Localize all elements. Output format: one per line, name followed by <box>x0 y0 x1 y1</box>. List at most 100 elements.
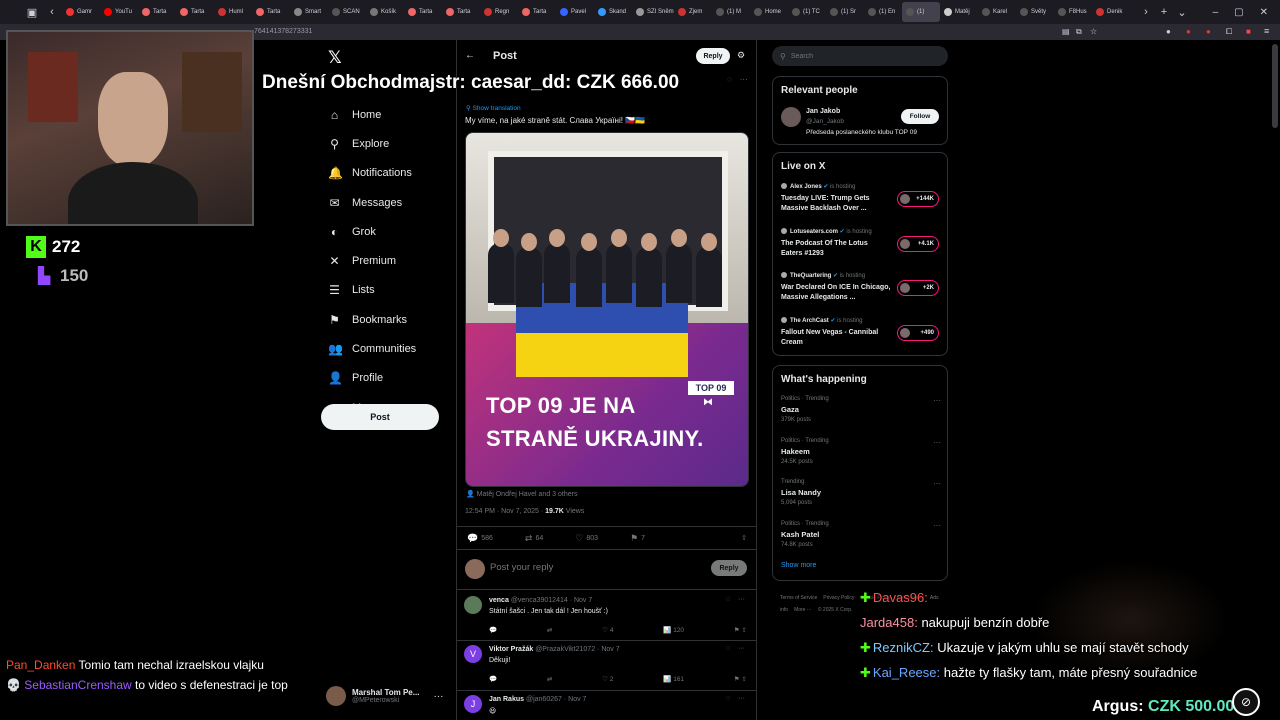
live-space-item[interactable]: The ArchCast ✔ is hosting Fallout New Veg… <box>781 316 943 357</box>
more-dots-icon[interactable]: ··· <box>738 695 745 702</box>
bookmark-icon[interactable]: ⚑ <box>734 676 742 683</box>
nav-item-notifications[interactable]: 🔔 Notifications <box>322 159 456 188</box>
nav-item-messages[interactable]: ✉ Messages <box>322 188 456 217</box>
browser-tab[interactable]: SZI Sněm <box>632 2 674 22</box>
trend-item[interactable]: Politics · Trending Gaza 379K posts ··· <box>781 396 941 436</box>
browser-tab[interactable]: Košík <box>366 2 404 22</box>
repost-stat[interactable]: ⇄ 64 <box>525 533 543 544</box>
repost-action[interactable]: ⇄ <box>547 675 552 683</box>
tab-scroll-left-icon[interactable]: ‹ <box>44 4 60 20</box>
browser-tab[interactable]: F8Hus <box>1054 2 1092 22</box>
tab-scroll-right-icon[interactable]: › <box>1138 4 1154 20</box>
browser-tab[interactable]: YouTu <box>100 2 138 22</box>
share-icon[interactable]: ⇧ <box>742 676 747 683</box>
bookmark-icon[interactable]: ⚑ <box>734 627 742 634</box>
account-icon[interactable]: ● <box>1166 27 1171 36</box>
search-input[interactable] <box>790 52 931 60</box>
views-action[interactable]: 📊 120 <box>663 626 684 634</box>
avatar[interactable]: V <box>464 645 482 663</box>
browser-tab[interactable]: Pavel <box>556 2 594 22</box>
heart-action[interactable]: ♡ 4 <box>602 626 613 634</box>
browser-tab[interactable]: (1) TC <box>788 2 826 22</box>
more-dots-icon[interactable]: ··· <box>933 396 941 405</box>
live-space-item[interactable]: Alex Jones ✔ is hosting Tuesday LIVE: Tru… <box>781 183 943 223</box>
nav-item-bookmarks[interactable]: ⚑ Bookmarks <box>322 305 456 334</box>
more-dots-icon[interactable]: ··· <box>433 691 443 702</box>
heart-action[interactable]: ♡ 2 <box>602 675 613 683</box>
screenshot-icon[interactable]: ⧉ <box>1076 27 1082 37</box>
browser-tab[interactable]: Tarta <box>518 2 556 22</box>
more-dots-icon[interactable]: ··· <box>738 645 745 652</box>
browser-tab[interactable]: Zjem <box>674 2 712 22</box>
show-translation-link[interactable]: ⚲ Show translation <box>466 104 521 112</box>
post-button[interactable]: Post <box>321 404 439 430</box>
live-space-item[interactable]: Lotuseaters.com ✔ is hosting The Podcast … <box>781 227 943 268</box>
reply-item[interactable]: V Viktor Pražák @PrazakVikt21072 · Nov 7 ◌… <box>457 641 757 691</box>
browser-tab[interactable]: (1) <box>902 2 940 22</box>
more-dots-icon[interactable]: ··· <box>738 596 745 603</box>
browser-tab[interactable]: Tarta <box>138 2 176 22</box>
browser-tab[interactable]: Tarta <box>442 2 480 22</box>
views-action[interactable]: 📊 161 <box>663 675 684 683</box>
more-dots-icon[interactable]: ··· <box>740 75 748 84</box>
avatar[interactable] <box>781 107 801 127</box>
avatar[interactable] <box>464 596 482 614</box>
nav-item-profile[interactable]: 👤 Profile <box>322 364 456 393</box>
browser-tab[interactable]: Regn <box>480 2 518 22</box>
reply-submit-button[interactable]: Reply <box>711 560 747 576</box>
browser-tab[interactable]: Tarta <box>176 2 214 22</box>
url-text[interactable]: 764141378273331 <box>254 28 312 35</box>
extensions-icon[interactable]: ⧠ <box>1226 27 1232 37</box>
bookmark-star-icon[interactable]: ☆ <box>1090 27 1097 36</box>
footer-link[interactable]: More ··· <box>794 607 812 613</box>
tab-list-icon[interactable]: ⌄ <box>1174 4 1190 20</box>
tagged-people[interactable]: 👤 Matěj Ondřej Havel and 3 others <box>466 490 577 498</box>
nav-item-explore[interactable]: ⚲ Explore <box>322 129 456 158</box>
nav-item-lists[interactable]: ☰ Lists <box>322 276 456 305</box>
reply-stat[interactable]: 💬 586 <box>467 533 493 544</box>
follow-button[interactable]: Follow <box>901 109 939 124</box>
nav-item-premium[interactable]: ✕ Premium <box>322 246 456 275</box>
grok-icon[interactable]: ◌ <box>726 596 730 603</box>
reply-author[interactable]: venca <box>489 597 509 604</box>
reply-action[interactable]: 💬 <box>489 675 497 683</box>
browser-tab[interactable]: (1) Sr <box>826 2 864 22</box>
back-arrow-icon[interactable]: ← <box>465 50 475 61</box>
browser-tab[interactable]: SCAN <box>328 2 366 22</box>
browser-tab[interactable]: Karel <box>978 2 1016 22</box>
repost-action[interactable]: ⇄ <box>547 626 552 634</box>
reply-item[interactable]: J Jan Rakus @jan60267 · Nov 7 ◌ ··· 😃 <box>457 691 757 720</box>
more-dots-icon[interactable]: ··· <box>933 479 941 488</box>
nav-item-communities[interactable]: 👥 Communities <box>322 334 456 363</box>
page-scrollbar[interactable] <box>1272 44 1278 128</box>
account-switcher[interactable]: Marshal Tom Pe... @MPeterowski ··· <box>326 686 443 706</box>
post-image[interactable]: TOP 09 ⧓ TOP 09 JE NA STRANĚ UKRAJINY. <box>465 132 749 487</box>
reply-item[interactable]: venca @venca39012414 · Nov 7 ◌ ··· Státní š… <box>457 592 757 641</box>
grok-icon[interactable]: ◌ <box>726 695 730 702</box>
browser-tab[interactable]: Denik <box>1092 2 1130 22</box>
bookmark-stat[interactable]: ⚑ 7 <box>630 533 645 544</box>
reply-author[interactable]: Jan Rakus <box>489 696 524 703</box>
person-name[interactable]: Jan Jakob <box>806 108 840 115</box>
footer-link[interactable]: Privacy Policy <box>823 595 854 601</box>
show-more-link[interactable]: Show more <box>781 562 816 569</box>
reply-input[interactable] <box>490 562 622 573</box>
extension-icon[interactable]: ● <box>1186 27 1191 36</box>
browser-tab[interactable]: Skand <box>594 2 632 22</box>
nav-item-home[interactable]: ⌂ Home <box>322 100 456 129</box>
share-icon[interactable]: ⇧ <box>741 534 747 542</box>
trend-item[interactable]: Trending Lisa Nandy 5,094 posts ··· <box>781 479 941 519</box>
browser-tab[interactable]: Huml <box>214 2 252 22</box>
close-window-icon[interactable]: ✕ <box>1260 7 1268 18</box>
browser-tab[interactable]: Home <box>750 2 788 22</box>
x-logo-icon[interactable]: 𝕏 <box>328 48 342 68</box>
browser-tab[interactable]: Světy <box>1016 2 1054 22</box>
extension-2-icon[interactable]: ● <box>1206 27 1211 36</box>
browser-tab[interactable]: Tarta <box>404 2 442 22</box>
new-tab-icon[interactable]: + <box>1156 4 1172 20</box>
nav-item-grok[interactable]: ◐ Grok <box>322 217 456 246</box>
settings-tune-icon[interactable]: ⚙ <box>737 50 745 61</box>
grok-icon[interactable]: ◌ <box>727 75 732 84</box>
browser-tab[interactable]: Tarta <box>252 2 290 22</box>
tab-overview-icon[interactable]: ▣ <box>24 4 40 20</box>
